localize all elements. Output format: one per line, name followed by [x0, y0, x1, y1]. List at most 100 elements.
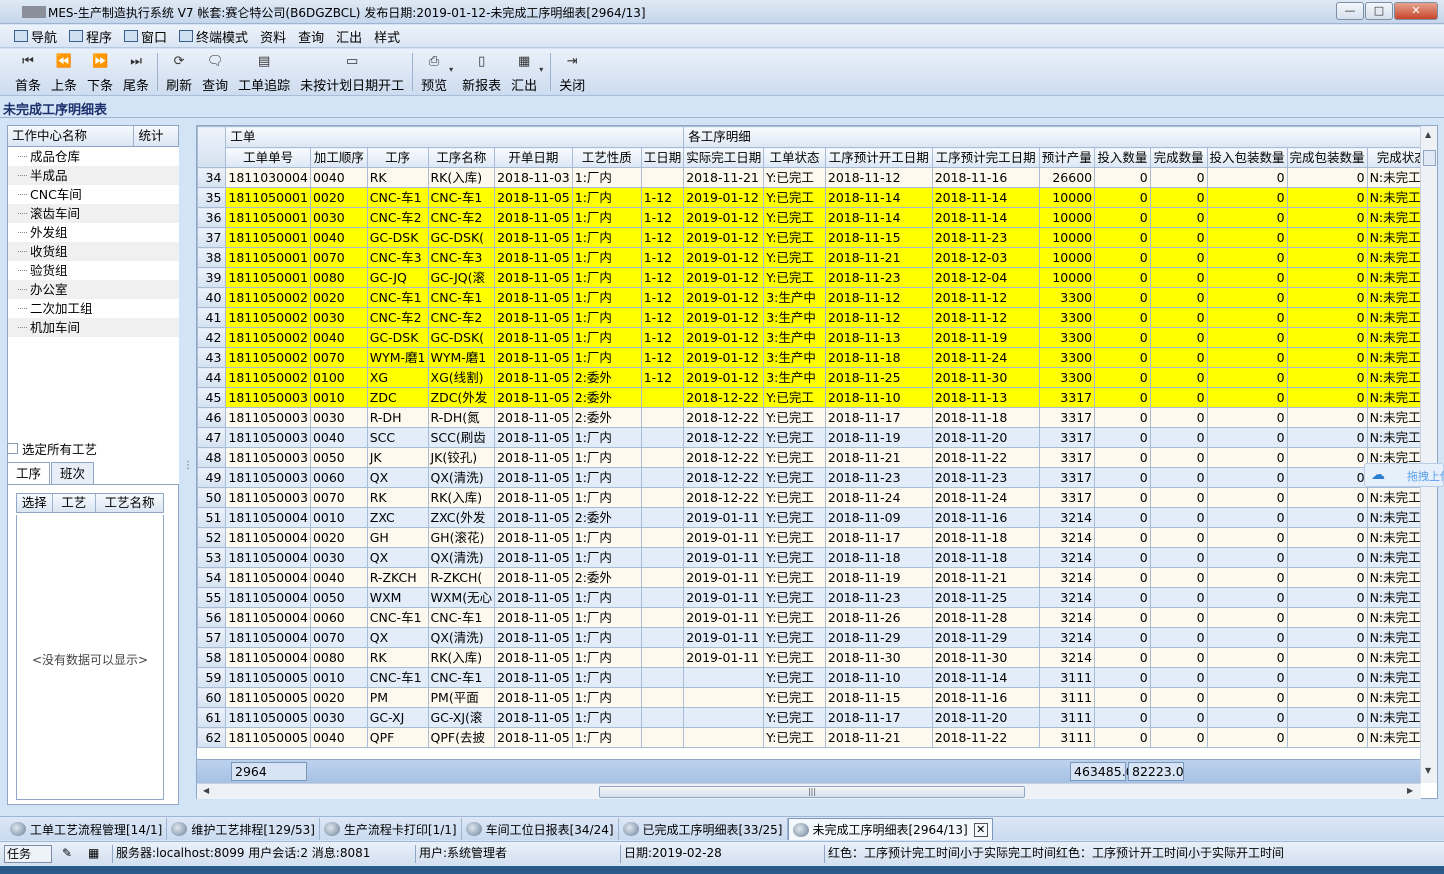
table-cell[interactable]: 0030	[309, 407, 368, 428]
table-cell[interactable]: 2018-11-05	[494, 647, 573, 668]
table-cell[interactable]: Y:已完工	[763, 567, 826, 588]
table-cell[interactable]: 2018-11-25	[931, 587, 1040, 608]
row-number[interactable]: 60	[196, 687, 227, 708]
work-center-name-header[interactable]: 工作中心名称	[8, 126, 135, 146]
table-row[interactable]: 53 1811050004 0030 QX QX(清洗) 2018-11-05 1:厂内 20…	[196, 547, 1438, 568]
table-cell[interactable]: ZXC(外发	[427, 507, 496, 528]
table-cell[interactable]: 1811050003	[225, 387, 311, 408]
column-header[interactable]: 工单单号	[225, 147, 311, 168]
table-cell[interactable]: 0	[1094, 387, 1151, 408]
table-cell[interactable]: 2019-01-11	[683, 647, 765, 668]
table-cell[interactable]: 10000	[1038, 247, 1096, 268]
table-cell[interactable]: 1811050005	[225, 727, 311, 748]
table-cell[interactable]: 2018-11-15	[824, 687, 933, 708]
work-center-item[interactable]: 验货组	[8, 261, 179, 280]
table-cell[interactable]: SCC(刷齿	[427, 427, 496, 448]
table-cell[interactable]: 2018-11-05	[494, 687, 573, 708]
table-cell[interactable]: 2018-11-05	[494, 267, 573, 288]
table-cell[interactable]: 2019-01-11	[683, 627, 765, 648]
table-cell[interactable]: 2018-11-24	[824, 487, 933, 508]
table-cell[interactable]: 0	[1149, 527, 1208, 548]
table-cell[interactable]: 0	[1094, 647, 1151, 668]
table-cell[interactable]: Y:已完工	[763, 427, 826, 448]
table-cell[interactable]: 1:厂内	[571, 427, 642, 448]
table-cell[interactable]: 0	[1149, 467, 1208, 488]
table-row[interactable]: 45 1811050003 0010 ZDC ZDC(外发 2018-11-05 2:委外 2…	[196, 387, 1438, 408]
table-cell[interactable]: 2018-12-22	[683, 447, 765, 468]
table-cell[interactable]: 2019-01-11	[683, 587, 765, 608]
table-cell[interactable]: CNC-车1	[366, 187, 429, 208]
table-cell[interactable]: QX	[366, 627, 429, 648]
column-header[interactable]: 完成包装数量	[1286, 147, 1368, 168]
table-cell[interactable]: 2019-01-12	[683, 327, 765, 348]
table-cell[interactable]: 1811050002	[225, 327, 311, 348]
table-cell[interactable]: 0	[1206, 527, 1288, 548]
table-cell[interactable]: 2018-11-28	[931, 607, 1040, 628]
row-number[interactable]: 38	[196, 247, 227, 268]
row-number[interactable]: 42	[196, 327, 227, 348]
table-cell[interactable]: 1:厂内	[571, 667, 642, 688]
table-cell[interactable]: 1:厂内	[571, 327, 642, 348]
table-cell[interactable]: 2018-11-03	[494, 167, 573, 188]
table-cell[interactable]: 0	[1094, 207, 1151, 228]
table-cell[interactable]: 2018-11-05	[494, 307, 573, 328]
table-cell[interactable]: Y:已完工	[763, 227, 826, 248]
table-cell[interactable]: 2018-11-16	[931, 167, 1040, 188]
select-all-processes-checkbox[interactable]: 选定所有工艺	[7, 439, 97, 458]
table-cell[interactable]: 0020	[309, 187, 368, 208]
table-cell[interactable]: 2019-01-12	[683, 247, 765, 268]
table-cell[interactable]: 3111	[1038, 667, 1096, 688]
table-row[interactable]: 35 1811050001 0020 CNC-车1 CNC-车1 2018-11-05 1:…	[196, 187, 1438, 208]
table-cell[interactable]: 2019-01-12	[683, 187, 765, 208]
table-cell[interactable]: 2018-11-05	[494, 707, 573, 728]
table-cell[interactable]: 0	[1094, 707, 1151, 728]
work-center-item[interactable]: 机加车间	[8, 318, 179, 337]
table-cell[interactable]: 0	[1094, 587, 1151, 608]
table-cell[interactable]: 0010	[309, 387, 368, 408]
table-cell[interactable]	[640, 467, 685, 488]
table-cell[interactable]: 0	[1286, 687, 1368, 708]
table-cell[interactable]: 2018-11-19	[824, 567, 933, 588]
table-cell[interactable]: 2018-12-22	[683, 467, 765, 488]
table-cell[interactable]: 1811050003	[225, 427, 311, 448]
table-cell[interactable]: 2018-11-23	[824, 467, 933, 488]
table-row[interactable]: 54 1811050004 0040 R-ZKCH R-ZKCH(2018-11-05 2…	[196, 567, 1438, 588]
table-cell[interactable]: 0020	[309, 687, 368, 708]
table-row[interactable]: 43 1811050002 0070 WYM-磨1 WYM-磨1 2018-11-05 1:…	[196, 347, 1438, 368]
table-cell[interactable]: 0	[1286, 207, 1368, 228]
document-tab[interactable]: 未完成工序明细表[2964/13] ✕	[787, 818, 993, 840]
menu-query[interactable]: 查询	[292, 26, 330, 47]
table-cell[interactable]: 2019-01-12	[683, 207, 765, 228]
table-cell[interactable]: 0	[1149, 207, 1208, 228]
row-number[interactable]: 43	[196, 347, 227, 368]
table-cell[interactable]: 0040	[309, 227, 368, 248]
row-number[interactable]: 48	[196, 447, 227, 468]
table-cell[interactable]: 2019-01-11	[683, 567, 765, 588]
table-cell[interactable]: 2018-11-22	[931, 447, 1040, 468]
table-cell[interactable]: 2:委外	[571, 387, 642, 408]
table-cell[interactable]: 1:厂内	[571, 207, 642, 228]
table-cell[interactable]: 2018-11-22	[931, 727, 1040, 748]
table-cell[interactable]: CNC-车3	[366, 247, 429, 268]
table-cell[interactable]: GC-DSK	[366, 327, 429, 348]
table-cell[interactable]: CNC-车1	[366, 607, 429, 628]
table-cell[interactable]: 2018-11-14	[824, 187, 933, 208]
table-cell[interactable]: 0	[1094, 267, 1151, 288]
table-cell[interactable]: 0	[1286, 567, 1368, 588]
table-cell[interactable]: 0	[1286, 467, 1368, 488]
table-cell[interactable]: CNC-车1	[427, 287, 496, 308]
table-cell[interactable]: 0	[1094, 687, 1151, 708]
preview-button[interactable]: ⎙ 预览	[416, 49, 452, 94]
table-cell[interactable]: 0	[1149, 427, 1208, 448]
table-cell[interactable]: 2018-11-12	[824, 307, 933, 328]
table-cell[interactable]: 2:委外	[571, 407, 642, 428]
table-cell[interactable]: 3317	[1038, 427, 1096, 448]
table-cell[interactable]: 0	[1149, 287, 1208, 308]
drag-upload-widget[interactable]: ☁ 拖拽上传	[1364, 463, 1444, 487]
column-header[interactable]: 投入包装数量	[1206, 147, 1288, 168]
table-cell[interactable]: R-ZKCH(	[427, 567, 496, 588]
table-cell[interactable]: 1811050004	[225, 507, 311, 528]
table-cell[interactable]: 0	[1094, 467, 1151, 488]
row-number[interactable]: 54	[196, 567, 227, 588]
table-cell[interactable]: Y:已完工	[763, 647, 826, 668]
